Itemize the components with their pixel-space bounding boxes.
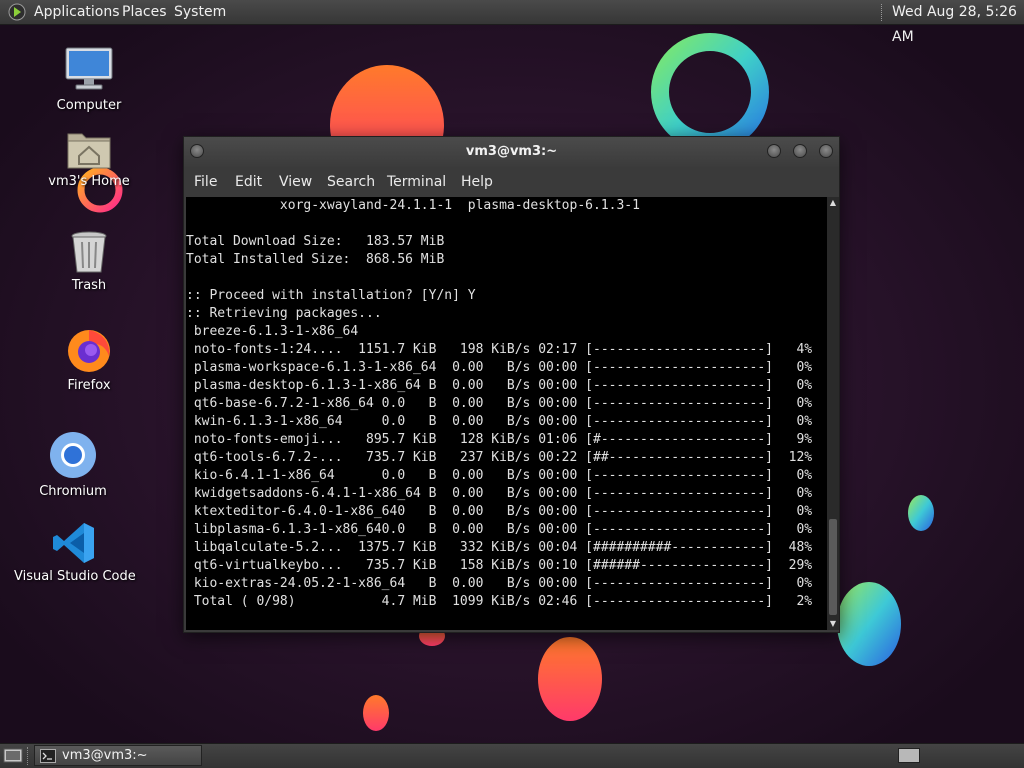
panel-separator — [27, 747, 30, 765]
bottom-panel: vm3@vm3:~ — [0, 743, 1024, 768]
desktop-icon-label: Trash — [71, 278, 107, 293]
desktop-icon-label: Chromium — [39, 484, 107, 499]
taskbar-item-label: vm3@vm3:~ — [62, 748, 148, 763]
menu-view[interactable]: View — [279, 167, 312, 197]
desktop-icon-trash[interactable]: Trash — [48, 230, 130, 293]
terminal-line: Total Download Size: 183.57 MiB — [186, 234, 445, 249]
terminal-line: Total ( 0/98) 4.7 MiB 1099 KiB/s 02:46 [… — [186, 594, 813, 609]
scroll-up-arrow-icon[interactable]: ▲ — [827, 197, 839, 209]
menu-search[interactable]: Search — [327, 167, 375, 197]
desktop-icon-label: Computer — [56, 98, 122, 113]
desktop-icon-label: Firefox — [67, 378, 111, 393]
terminal-line: noto-fonts-1:24.... 1151.7 KiB 198 KiB/s… — [186, 342, 813, 357]
desktop-icon-vscode[interactable]: Visual Studio Code — [14, 521, 136, 584]
terminal-line: qt6-tools-6.7.2-... 735.7 KiB 237 KiB/s … — [186, 450, 813, 465]
terminal-line: libqalculate-5.2... 1375.7 KiB 332 KiB/s… — [186, 540, 813, 555]
scroll-down-arrow-icon[interactable]: ▼ — [827, 618, 839, 630]
terminal-line: ktexteditor-6.4.0-1-x86_640 B 0.00 B/s 0… — [186, 504, 813, 519]
menu-terminal[interactable]: Terminal — [387, 167, 446, 197]
close-button[interactable] — [819, 144, 833, 158]
scrollbar-thumb[interactable] — [829, 519, 837, 615]
desktop-icon-computer[interactable]: Computer — [48, 46, 130, 113]
window-title: vm3@vm3:~ — [465, 144, 558, 159]
terminal-icon — [40, 749, 56, 763]
terminal-line: breeze-6.1.3-1-x86_64 — [186, 324, 359, 339]
terminal-line: libplasma-6.1.3-1-x86_640.0 B 0.00 B/s 0… — [186, 522, 813, 537]
terminal-line: :: Proceed with installation? [Y/n] Y — [186, 288, 476, 303]
desktop-icon-firefox[interactable]: Firefox — [48, 326, 130, 393]
maximize-button[interactable] — [793, 144, 807, 158]
chromium-icon — [50, 432, 96, 478]
top-panel: Applications Places System Wed Aug 28, 5… — [0, 0, 1024, 45]
menu-file[interactable]: File — [194, 167, 217, 197]
firefox-icon — [68, 330, 110, 372]
menu-places[interactable]: Places — [122, 0, 167, 25]
applications-logo-icon[interactable] — [8, 3, 26, 21]
desktop-icon-home[interactable]: vm3's Home — [44, 128, 134, 189]
terminal-line: qt6-virtualkeybo... 735.7 KiB 158 KiB/s … — [186, 558, 813, 573]
terminal-line: Total Installed Size: 868.56 MiB — [186, 252, 445, 267]
vscode-icon — [53, 523, 94, 563]
terminal-window[interactable]: vm3@vm3:~ File Edit View Search Terminal… — [183, 136, 840, 633]
terminal-line: kwidgetsaddons-6.4.1-1-x86_64 B 0.00 B/s… — [186, 486, 813, 501]
desktop-icon-label: Visual Studio Code — [14, 569, 136, 584]
terminal-scrollbar[interactable]: ▲ ▼ — [827, 197, 839, 630]
terminal-line: plasma-desktop-6.1.3-1-x86_64 B 0.00 B/s… — [186, 378, 813, 393]
terminal-line: kwin-6.1.3-1-x86_64 0.0 B 0.00 B/s 00:00… — [186, 414, 813, 429]
terminal-line: plasma-workspace-6.1.3-1-x86_64 0.00 B/s… — [186, 360, 813, 375]
terminal-line: kio-extras-24.05.2-1-x86_64 B 0.00 B/s 0… — [186, 576, 813, 591]
panel-separator — [881, 4, 884, 21]
show-desktop-icon[interactable] — [3, 747, 23, 765]
terminal-line: xorg-xwayland-24.1.1-1 plasma-desktop-6.… — [186, 198, 640, 213]
workspace-switcher[interactable] — [898, 748, 920, 763]
terminal-line: noto-fonts-emoji... 895.7 KiB 128 KiB/s … — [186, 432, 813, 447]
clock[interactable]: Wed Aug 28, 5:26 AM — [892, 0, 1024, 45]
desktop-icon-label: vm3's Home — [48, 174, 130, 189]
terminal-line: qt6-base-6.7.2-1-x86_64 0.0 B 0.00 B/s 0… — [186, 396, 813, 411]
home-folder-icon — [67, 133, 111, 169]
computer-icon — [65, 47, 113, 90]
menu-help[interactable]: Help — [461, 167, 493, 197]
menu-edit[interactable]: Edit — [235, 167, 262, 197]
terminal-line: :: Retrieving packages... — [186, 306, 382, 321]
trash-icon — [71, 231, 107, 273]
menu-applications[interactable]: Applications — [34, 0, 120, 25]
desktop-icon-chromium[interactable]: Chromium — [32, 430, 114, 499]
minimize-button[interactable] — [767, 144, 781, 158]
terminal-menubar: File Edit View Search Terminal Help — [184, 167, 839, 197]
window-titlebar[interactable]: vm3@vm3:~ — [184, 137, 839, 167]
taskbar-item-terminal[interactable]: vm3@vm3:~ — [34, 745, 202, 766]
menu-system[interactable]: System — [174, 0, 226, 25]
terminal-line: kio-6.4.1-1-x86_64 0.0 B 0.00 B/s 00:00 … — [186, 468, 813, 483]
terminal-text: xorg-xwayland-24.1.1-1 plasma-desktop-6.… — [186, 197, 827, 611]
terminal-output[interactable]: xorg-xwayland-24.1.1-1 plasma-desktop-6.… — [186, 197, 827, 630]
